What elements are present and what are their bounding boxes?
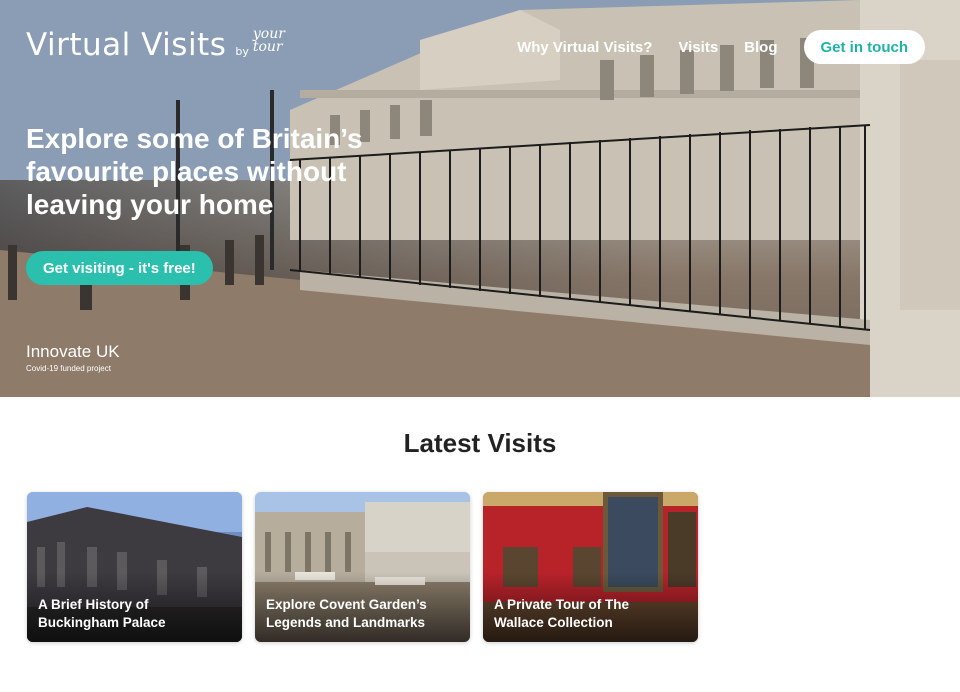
hero-headline: Explore some of Britain’s favourite plac…	[26, 123, 363, 220]
card-title-line: A Brief History of	[38, 597, 149, 612]
brand-logo[interactable]: Virtual Visits by your tour	[26, 26, 297, 64]
card-title: Explore Covent Garden’s Legends and Land…	[266, 596, 460, 632]
top-nav: Why Virtual Visits? Visits Blog Get in t…	[517, 30, 925, 64]
nav-link-blog[interactable]: Blog	[744, 39, 777, 56]
innovate-uk-logo: Innovate UK Covid-19 funded project	[26, 342, 120, 373]
sponsor-name: Innovate UK	[26, 342, 120, 361]
brand-by-text: by	[235, 45, 249, 59]
visit-card-buckingham[interactable]: A Brief History of Buckingham Palace	[27, 492, 242, 642]
brand-name: Virtual Visits	[26, 27, 227, 64]
card-title: A Private Tour of The Wallace Collection	[494, 596, 688, 632]
card-title-line: Explore Covent Garden’s	[266, 597, 427, 612]
card-title-line: A Private Tour of The	[494, 597, 630, 612]
get-visiting-button[interactable]: Get visiting - it's free!	[26, 251, 213, 285]
sponsor-note: Covid-19 funded project	[26, 364, 111, 373]
hero-banner: Virtual Visits by your tour Why Virtual …	[0, 0, 960, 397]
partner-logo: your tour	[252, 26, 285, 55]
visit-cards: A Brief History of Buckingham Palace Exp…	[27, 492, 698, 642]
visit-card-covent-garden[interactable]: Explore Covent Garden’s Legends and Land…	[255, 492, 470, 642]
latest-visits-title: Latest Visits	[403, 428, 557, 458]
card-title: A Brief History of Buckingham Palace	[38, 596, 232, 632]
nav-link-visits[interactable]: Visits	[678, 39, 718, 56]
visit-card-wallace[interactable]: A Private Tour of The Wallace Collection	[483, 492, 698, 642]
card-title-line: Buckingham Palace	[38, 615, 166, 630]
nav-link-why[interactable]: Why Virtual Visits?	[517, 39, 652, 56]
card-title-line: Legends and Landmarks	[266, 615, 426, 630]
get-in-touch-button[interactable]: Get in touch	[803, 30, 925, 64]
card-title-line: Wallace Collection	[494, 615, 613, 630]
